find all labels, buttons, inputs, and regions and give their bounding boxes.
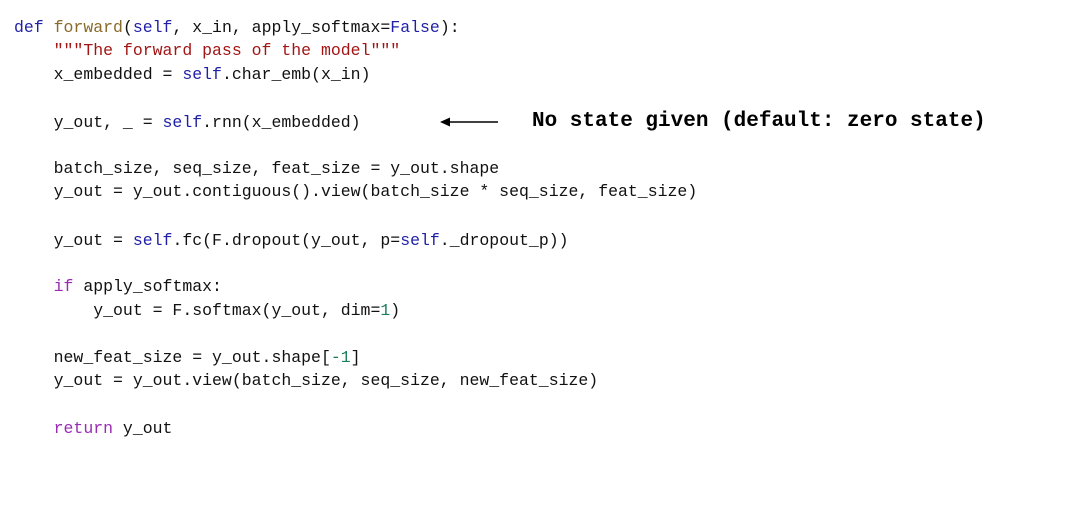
self-ref: self bbox=[182, 65, 222, 84]
condition: apply_softmax: bbox=[73, 277, 222, 296]
arrow-left-icon bbox=[440, 117, 498, 126]
return-value: y_out bbox=[113, 419, 173, 438]
function-args: , x_in, apply_softmax= bbox=[172, 18, 391, 37]
code-line-12: return y_out bbox=[14, 418, 173, 440]
annotation-text: No state given (default: zero state) bbox=[532, 110, 986, 133]
keyword-def: def bbox=[14, 18, 44, 37]
self-ref: self bbox=[400, 231, 440, 250]
code-line-7: y_out = self.fc(F.dropout(y_out, p=self.… bbox=[14, 230, 569, 252]
code-line-2: """The forward pass of the model""" bbox=[14, 40, 401, 62]
keyword-if: if bbox=[53, 277, 74, 296]
function-name: forward bbox=[53, 18, 123, 37]
false-constant: False bbox=[390, 18, 440, 37]
assign-rhs: .rnn(x_embedded) bbox=[202, 113, 361, 132]
open-paren: ( bbox=[122, 18, 133, 37]
assign-lhs: new_feat_size = y_out.shape[ bbox=[53, 348, 331, 367]
signature-close: ): bbox=[439, 18, 460, 37]
statement: y_out = y_out.view(batch_size, seq_size,… bbox=[53, 371, 599, 390]
assign-lhs: y_out = bbox=[53, 231, 133, 250]
number-literal: -1 bbox=[330, 348, 351, 367]
assign-rhs: ] bbox=[350, 348, 361, 367]
assign-rhs: ) bbox=[390, 301, 401, 320]
assign-lhs: y_out, _ = bbox=[53, 113, 163, 132]
code-line-8: if apply_softmax: bbox=[14, 276, 222, 298]
statement: batch_size, seq_size, feat_size = y_out.… bbox=[53, 159, 500, 178]
assign-rhs: ._dropout_p)) bbox=[439, 231, 569, 250]
code-line-10: new_feat_size = y_out.shape[-1] bbox=[14, 347, 361, 369]
keyword-return: return bbox=[53, 419, 114, 438]
assign-lhs: y_out = F.softmax(y_out, dim= bbox=[93, 301, 381, 320]
statement: y_out = y_out.contiguous().view(batch_si… bbox=[53, 182, 698, 201]
docstring: """The forward pass of the model""" bbox=[53, 41, 401, 60]
self-ref: self bbox=[162, 113, 203, 132]
code-line-9: y_out = F.softmax(y_out, dim=1) bbox=[14, 300, 400, 322]
call-middle: .fc(F.dropout(y_out, p= bbox=[172, 231, 401, 250]
code-line-3: x_embedded = self.char_emb(x_in) bbox=[14, 64, 371, 86]
code-line-4: y_out, _ = self.rnn(x_embedded) bbox=[14, 112, 361, 134]
number-literal: 1 bbox=[380, 301, 391, 320]
code-line-5: batch_size, seq_size, feat_size = y_out.… bbox=[14, 158, 500, 180]
assign-lhs: x_embedded = bbox=[53, 65, 183, 84]
self-param: self bbox=[132, 18, 173, 37]
code-line-6: y_out = y_out.contiguous().view(batch_si… bbox=[14, 181, 698, 203]
code-line-11: y_out = y_out.view(batch_size, seq_size,… bbox=[14, 370, 599, 392]
annotation: No state given (default: zero state) bbox=[440, 110, 986, 133]
code-block: def forward(self, x_in, apply_softmax=Fa… bbox=[14, 17, 697, 511]
self-ref: self bbox=[132, 231, 173, 250]
code-line-1: def forward(self, x_in, apply_softmax=Fa… bbox=[14, 17, 460, 39]
assign-rhs: .char_emb(x_in) bbox=[221, 65, 371, 84]
